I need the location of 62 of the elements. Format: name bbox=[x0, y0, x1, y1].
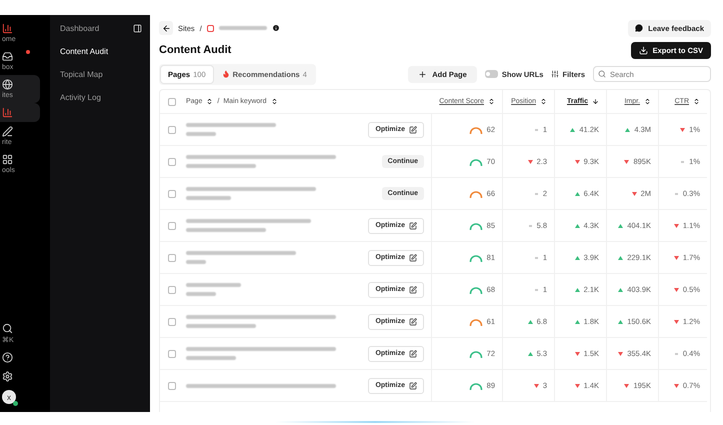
help-icon bbox=[2, 352, 13, 363]
arrow-left-icon bbox=[162, 24, 170, 32]
arrow-down-icon[interactable] bbox=[592, 98, 599, 105]
blurred-text bbox=[218, 26, 267, 30]
blurred-text bbox=[186, 164, 256, 168]
sort-icon[interactable] bbox=[488, 98, 495, 105]
panel-toggle-icon[interactable] bbox=[133, 24, 142, 33]
inbox-icon bbox=[2, 51, 13, 62]
site-icon bbox=[206, 24, 214, 32]
edit-icon bbox=[409, 286, 417, 294]
nav-item[interactable]: Content Audit bbox=[58, 45, 142, 58]
plus-icon bbox=[418, 70, 428, 78]
edit-icon bbox=[409, 126, 417, 134]
search-icon bbox=[2, 323, 13, 334]
checkbox[interactable] bbox=[168, 382, 176, 390]
flame-icon bbox=[222, 70, 230, 78]
checkbox[interactable] bbox=[168, 222, 176, 230]
checkbox[interactable] bbox=[168, 98, 176, 106]
chart-icon bbox=[2, 23, 13, 34]
edit-icon bbox=[409, 382, 417, 390]
settings-icon bbox=[2, 371, 13, 382]
edit-icon bbox=[409, 350, 417, 358]
checkbox[interactable] bbox=[168, 350, 176, 358]
show-urls-switch[interactable] bbox=[484, 70, 498, 78]
checkbox[interactable] bbox=[168, 254, 176, 262]
sort-icon[interactable] bbox=[540, 98, 547, 105]
nav-item[interactable]: Dashboard bbox=[58, 22, 102, 35]
sort-icon[interactable] bbox=[644, 98, 651, 105]
blurred-text bbox=[186, 283, 241, 287]
info-icon[interactable] bbox=[272, 24, 280, 32]
back-button[interactable] bbox=[159, 21, 173, 35]
pen-icon bbox=[2, 126, 13, 137]
nav-item[interactable]: Topical Map bbox=[58, 68, 142, 81]
edit-icon bbox=[409, 318, 417, 326]
nav-item[interactable]: Activity Log bbox=[58, 91, 142, 104]
globe-icon bbox=[2, 79, 13, 90]
status-dot bbox=[13, 401, 18, 406]
checkbox[interactable] bbox=[168, 126, 176, 134]
checkbox[interactable] bbox=[168, 286, 176, 294]
grid-icon bbox=[2, 154, 13, 165]
checkbox[interactable] bbox=[168, 190, 176, 198]
blurred-text bbox=[186, 324, 256, 328]
blurred-text bbox=[186, 292, 216, 296]
blurred-text bbox=[186, 132, 216, 136]
sort-icon[interactable] bbox=[206, 98, 214, 105]
edit-icon bbox=[409, 222, 417, 230]
chart-icon bbox=[2, 107, 13, 118]
download-icon bbox=[638, 46, 648, 54]
checkbox[interactable] bbox=[168, 158, 176, 166]
checkbox[interactable] bbox=[168, 318, 176, 326]
edit-icon bbox=[409, 254, 417, 262]
notification-dot bbox=[26, 50, 30, 54]
sort-icon[interactable] bbox=[693, 98, 700, 105]
chat-bubble-icon bbox=[635, 24, 644, 32]
blurred-text bbox=[186, 260, 206, 264]
blurred-text bbox=[186, 356, 236, 360]
avatar[interactable]: x bbox=[2, 390, 16, 404]
sort-icon[interactable] bbox=[270, 98, 278, 105]
page-title: Content Audit bbox=[159, 44, 232, 56]
search-icon bbox=[598, 70, 606, 78]
sliders-icon bbox=[551, 70, 560, 78]
blurred-text bbox=[186, 196, 231, 200]
